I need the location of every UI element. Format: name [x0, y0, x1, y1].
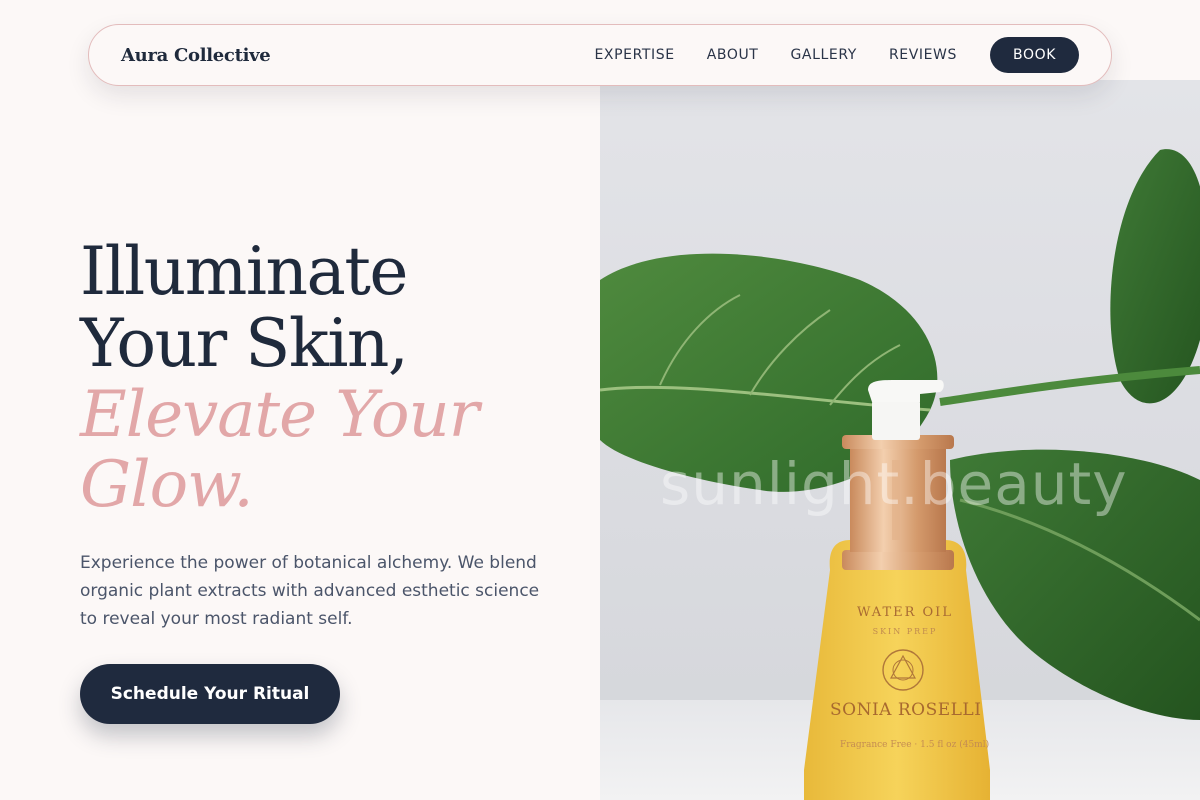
- nav-link-expertise[interactable]: EXPERTISE: [594, 47, 674, 63]
- headline-line-2: Your Skin,: [80, 305, 409, 382]
- book-button[interactable]: BOOK: [990, 37, 1079, 73]
- nav-link-reviews[interactable]: REVIEWS: [889, 47, 957, 63]
- product-photo-illustration: [600, 149, 1200, 800]
- hero-description: Experience the power of botanical alchem…: [80, 553, 540, 629]
- headline-accent-line-1: Elevate Your: [80, 378, 479, 452]
- headline-accent-line-2: Glow.: [80, 448, 254, 522]
- brand-logo[interactable]: Aura Collective: [121, 45, 271, 66]
- nav-link-about[interactable]: ABOUT: [707, 47, 759, 63]
- top-navigation: Aura Collective EXPERTISE ABOUT GALLERY …: [88, 24, 1112, 86]
- schedule-ritual-button[interactable]: Schedule Your Ritual: [80, 664, 340, 724]
- product-label-subtitle: SKIN PREP: [872, 627, 938, 636]
- product-label-brand: WATER OIL: [857, 605, 953, 620]
- nav-links: EXPERTISE ABOUT GALLERY REVIEWS BOOK: [594, 37, 1079, 73]
- hero-product-image: WATER OIL SKIN PREP SONIA ROSELLI Fragra…: [600, 80, 1200, 800]
- headline-line-1: Illuminate: [80, 233, 408, 310]
- product-label-fine-print: Fragrance Free · 1.5 fl oz (45ml): [840, 740, 990, 750]
- image-watermark: sunlight.beauty: [660, 450, 1128, 518]
- product-label-name: SONIA ROSELLI: [830, 700, 982, 720]
- hero-headline: Illuminate Your Skin, Elevate Your Glow.: [80, 233, 580, 522]
- nav-link-gallery[interactable]: GALLERY: [790, 47, 856, 63]
